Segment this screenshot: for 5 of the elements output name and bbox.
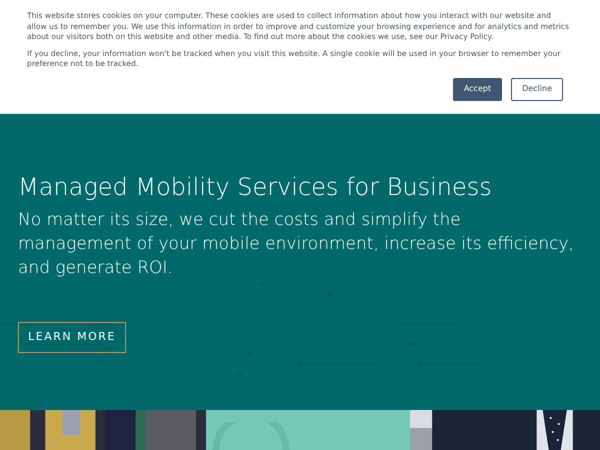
learn-more-button[interactable]: LEARN MORE	[18, 322, 126, 353]
hero-subtitle: No matter its size, we cut the costs and simplify the management of your mobile environment, increase its efficiency, and generate ROI.	[18, 209, 575, 280]
decline-button[interactable]: Decline	[511, 78, 563, 101]
accept-button[interactable]: Accept	[452, 78, 502, 101]
hero-title: Managed Mobility Services for Business	[18, 172, 493, 202]
